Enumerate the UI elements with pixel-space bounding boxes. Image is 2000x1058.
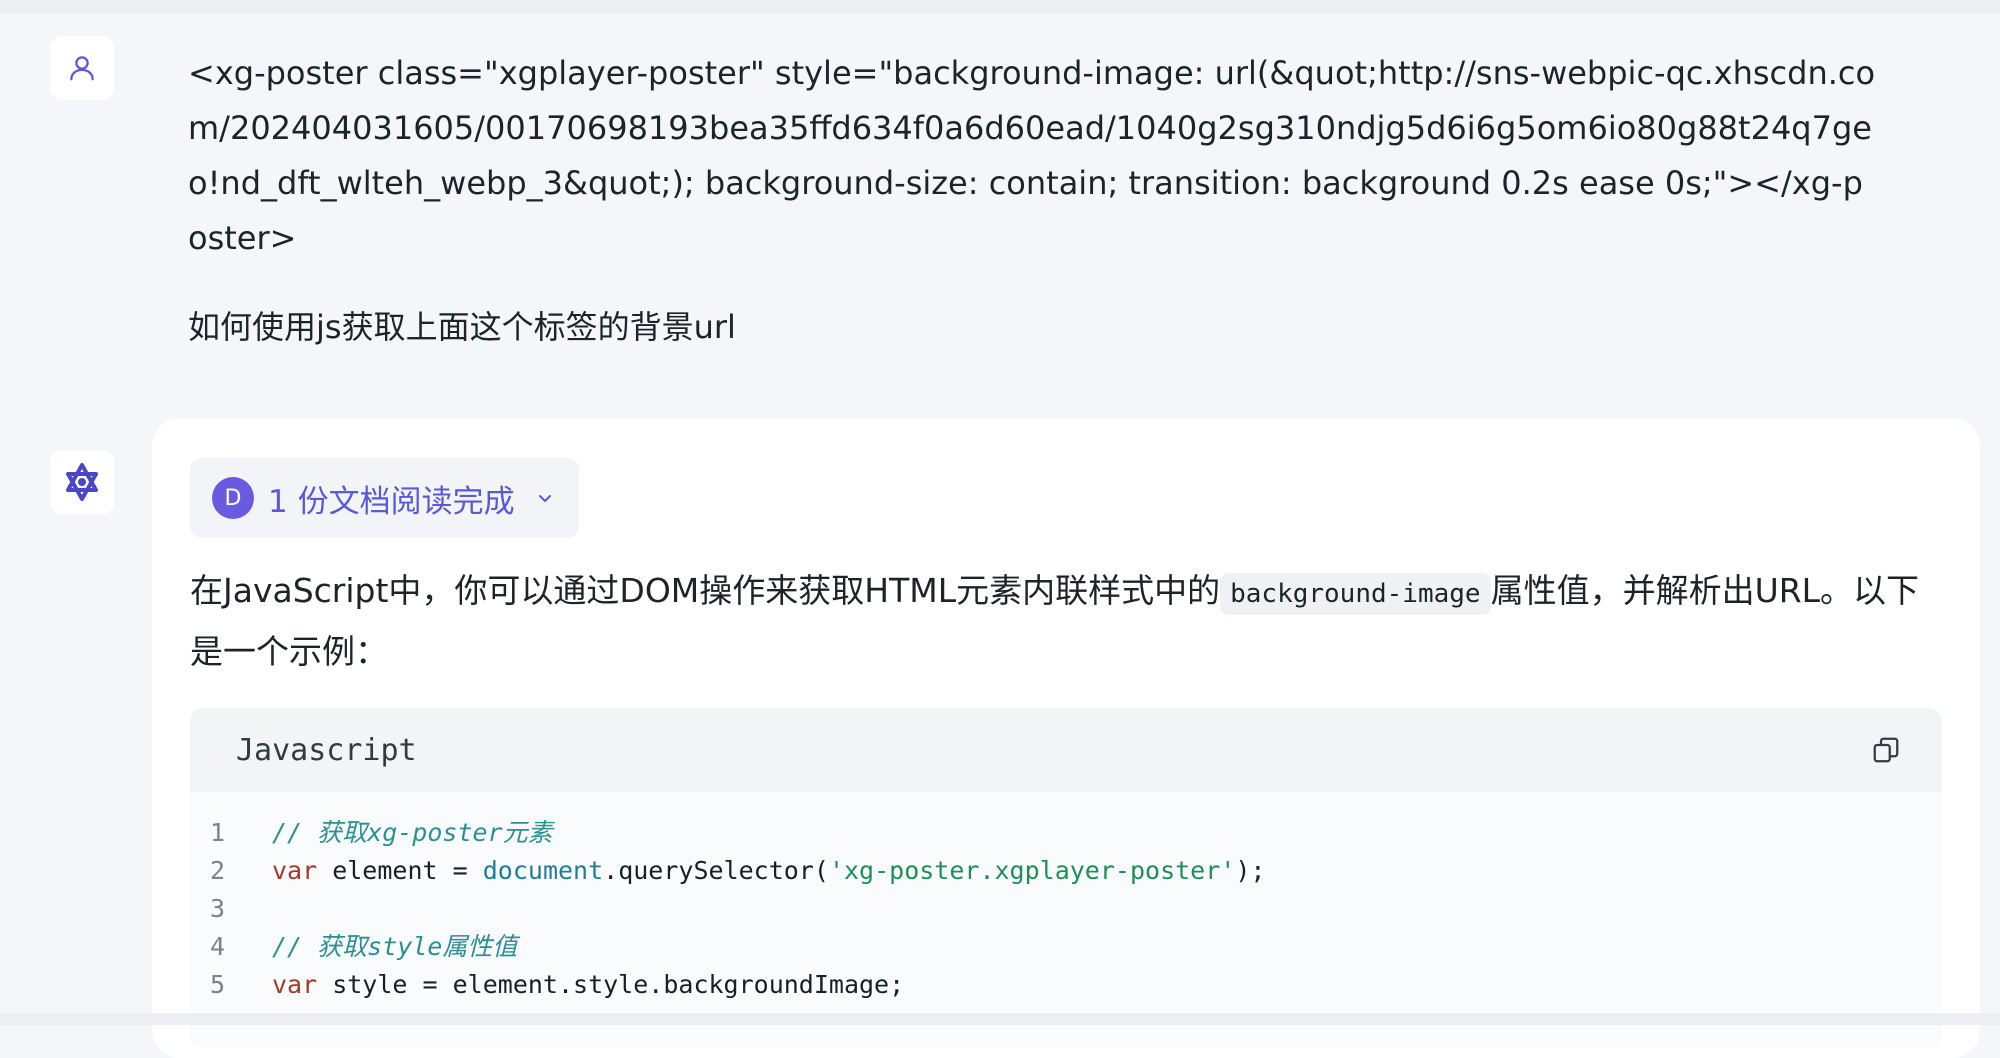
bot-logo-icon <box>66 463 98 501</box>
document-badge-icon: D <box>212 477 254 519</box>
code-global: document <box>482 856 604 885</box>
user-question: 如何使用js获取上面这个标签的背景url <box>188 308 736 346</box>
answer-part-1: 在JavaScript中，你可以通过DOM操作来获取HTML元素内联样式中的 <box>190 571 1221 610</box>
line-number: 5 <box>210 970 226 999</box>
inline-code: background-image <box>1220 573 1491 615</box>
code-identifier: style = element.style.backgroundImage; <box>317 970 905 999</box>
code-line: 2 var element = document.querySelector('… <box>190 852 1942 890</box>
user-avatar <box>50 36 114 100</box>
chevron-down-icon <box>535 488 555 508</box>
line-number: 3 <box>210 894 226 923</box>
code-identifier: element = <box>317 856 483 885</box>
top-divider <box>0 0 2000 14</box>
copy-button[interactable] <box>1866 730 1906 770</box>
assistant-avatar <box>50 450 114 514</box>
code-keyword: var <box>272 970 318 999</box>
code-body: 1 // 获取xg-poster元素 2 var element = docum… <box>190 792 1942 1004</box>
code-block: Javascript 1 // 获取xg-poster元素 2 var elem… <box>190 708 1942 1048</box>
code-comment: // 获取style属性值 <box>272 932 518 961</box>
line-number: 4 <box>210 932 226 961</box>
user-icon <box>70 56 94 81</box>
bottom-divider <box>0 1013 2000 1025</box>
code-line: 5 var style = element.style.backgroundIm… <box>190 966 1942 1004</box>
code-line: 1 // 获取xg-poster元素 <box>190 814 1942 852</box>
code-keyword: var <box>272 856 318 885</box>
code-comment: // 获取xg-poster元素 <box>272 818 553 847</box>
code-header: Javascript <box>190 708 1942 792</box>
code-line: 3 <box>190 890 1942 928</box>
code-end: ); <box>1235 856 1266 885</box>
document-status-label: 1 份文档阅读完成 <box>268 483 515 520</box>
code-line: 4 // 获取style属性值 <box>190 928 1942 966</box>
line-number: 1 <box>210 818 226 847</box>
code-call: .querySelector( <box>603 856 829 885</box>
assistant-response-card: D 1 份文档阅读完成 在JavaScript中，你可以通过DOM操作来获取HT… <box>152 418 1980 1058</box>
line-number: 2 <box>210 856 226 885</box>
answer-text: 在JavaScript中，你可以通过DOM操作来获取HTML元素内联样式中的 ba… <box>190 562 1950 680</box>
copy-icon <box>1873 737 1899 763</box>
document-status-toggle[interactable]: D 1 份文档阅读完成 <box>190 458 579 538</box>
code-string: 'xg-poster.xgplayer-poster' <box>828 856 1236 885</box>
code-language-label: Javascript <box>236 732 417 768</box>
user-message-code: <xg-poster class="xgplayer-poster" style… <box>188 54 1876 257</box>
